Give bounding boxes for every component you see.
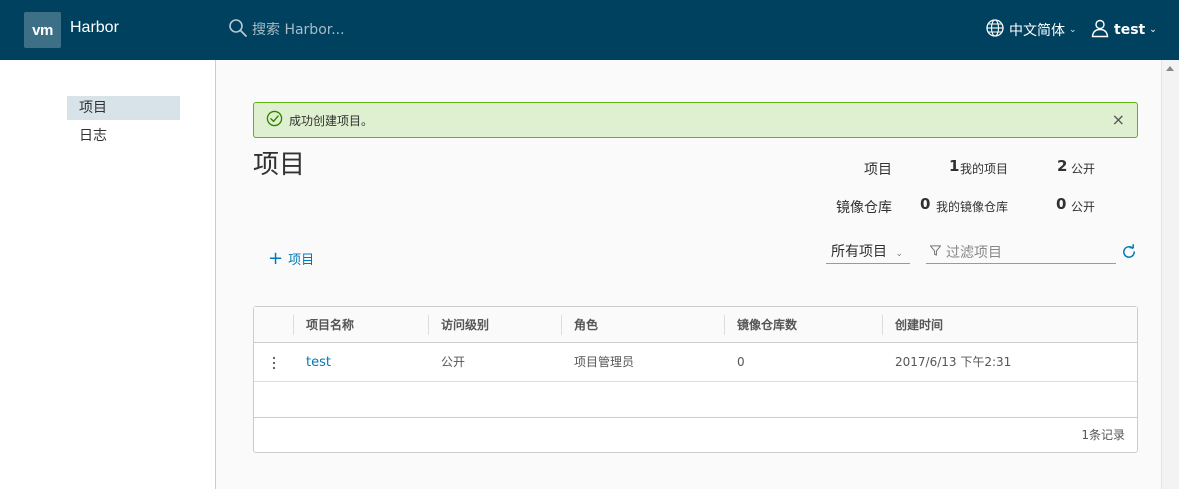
table-row: test 公开 项目管理员 0 2017/6/13 下午2:31 bbox=[254, 344, 1137, 382]
chevron-down-icon: ⌄ bbox=[895, 249, 903, 259]
column-divider bbox=[561, 315, 562, 335]
table-header: 项目名称 访问级别 角色 镜像仓库数 创建时间 bbox=[254, 307, 1137, 343]
chevron-down-icon: ⌄ bbox=[1149, 25, 1157, 35]
globe-icon bbox=[985, 18, 1009, 42]
sidebar-item-logs[interactable]: 日志 bbox=[67, 124, 180, 148]
column-header-name[interactable]: 项目名称 bbox=[306, 307, 354, 343]
vmware-logo[interactable]: vm bbox=[24, 12, 61, 48]
sidebar-item-projects[interactable]: 项目 bbox=[67, 96, 180, 120]
check-circle-icon bbox=[266, 110, 283, 131]
project-filter bbox=[926, 242, 1116, 264]
project-created: 2017/6/13 下午2:31 bbox=[895, 355, 1012, 369]
project-name-link[interactable]: test bbox=[306, 344, 331, 381]
column-divider bbox=[293, 315, 294, 335]
search-icon bbox=[228, 18, 248, 42]
project-filter-value: 所有项目 bbox=[831, 244, 887, 260]
add-project-label: 项目 bbox=[288, 253, 315, 268]
stats-my-repos-count: 0 bbox=[920, 195, 931, 213]
username: test bbox=[1114, 22, 1146, 38]
stats-my-repos-label: 我的镜像仓库 bbox=[936, 200, 1009, 214]
table-footer: 1条记录 bbox=[254, 417, 1137, 452]
global-search bbox=[228, 18, 452, 42]
stats-projects-label: 项目 bbox=[864, 162, 892, 178]
stats-my-projects-label: 我的项目 bbox=[960, 162, 1009, 176]
user-icon bbox=[1090, 18, 1114, 42]
success-alert: 成功创建项目。 × bbox=[253, 102, 1138, 138]
vertical-scrollbar[interactable] bbox=[1161, 60, 1179, 489]
filter-input[interactable] bbox=[946, 244, 1111, 261]
plus-icon: + bbox=[268, 247, 284, 269]
stats-my-projects-count: 1 bbox=[949, 157, 960, 175]
page-title: 项目 bbox=[253, 150, 306, 180]
stats-public-projects-count: 2 bbox=[1057, 157, 1068, 175]
user-menu[interactable]: test ⌄ bbox=[1090, 18, 1157, 42]
column-divider bbox=[882, 315, 883, 335]
chevron-down-icon: ⌄ bbox=[1069, 25, 1077, 35]
refresh-icon[interactable] bbox=[1121, 244, 1137, 260]
close-icon[interactable]: × bbox=[1112, 111, 1125, 129]
top-navbar: vm Harbor 中文简体 ⌄ test ⌄ bbox=[0, 0, 1179, 60]
project-access: 公开 bbox=[441, 355, 466, 369]
language-label: 中文简体 bbox=[1009, 23, 1065, 39]
sidebar: 项目 日志 bbox=[0, 60, 216, 489]
projects-table: 项目名称 访问级别 角色 镜像仓库数 创建时间 test 公开 项目管理员 0 … bbox=[253, 306, 1138, 453]
column-header-access[interactable]: 访问级别 bbox=[441, 307, 489, 343]
stats-repos-label: 镜像仓库 bbox=[836, 200, 892, 216]
search-input[interactable] bbox=[252, 22, 452, 38]
column-header-created[interactable]: 创建时间 bbox=[895, 307, 943, 343]
column-header-role[interactable]: 角色 bbox=[574, 307, 598, 343]
project-filter-select[interactable]: 所有项目 ⌄ bbox=[826, 242, 910, 264]
column-divider bbox=[724, 315, 725, 335]
stats-public-repos-count: 0 bbox=[1056, 195, 1067, 213]
app-title[interactable]: Harbor bbox=[70, 19, 119, 37]
project-role: 项目管理员 bbox=[574, 355, 635, 369]
column-divider bbox=[428, 315, 429, 335]
project-repo-count: 0 bbox=[737, 355, 745, 369]
alert-message: 成功创建项目。 bbox=[289, 113, 374, 128]
column-header-repo-count[interactable]: 镜像仓库数 bbox=[737, 307, 797, 343]
stats-public-repos-label: 公开 bbox=[1071, 200, 1096, 214]
kebab-icon[interactable] bbox=[272, 355, 276, 371]
scroll-up-arrow-icon[interactable] bbox=[1166, 66, 1174, 71]
stats-public-projects-label: 公开 bbox=[1071, 162, 1096, 176]
add-project-button[interactable]: + 项目 bbox=[268, 249, 314, 268]
record-count: 1条记录 bbox=[1081, 428, 1125, 442]
filter-icon bbox=[926, 244, 942, 261]
language-dropdown[interactable]: 中文简体 ⌄ bbox=[985, 18, 1077, 42]
